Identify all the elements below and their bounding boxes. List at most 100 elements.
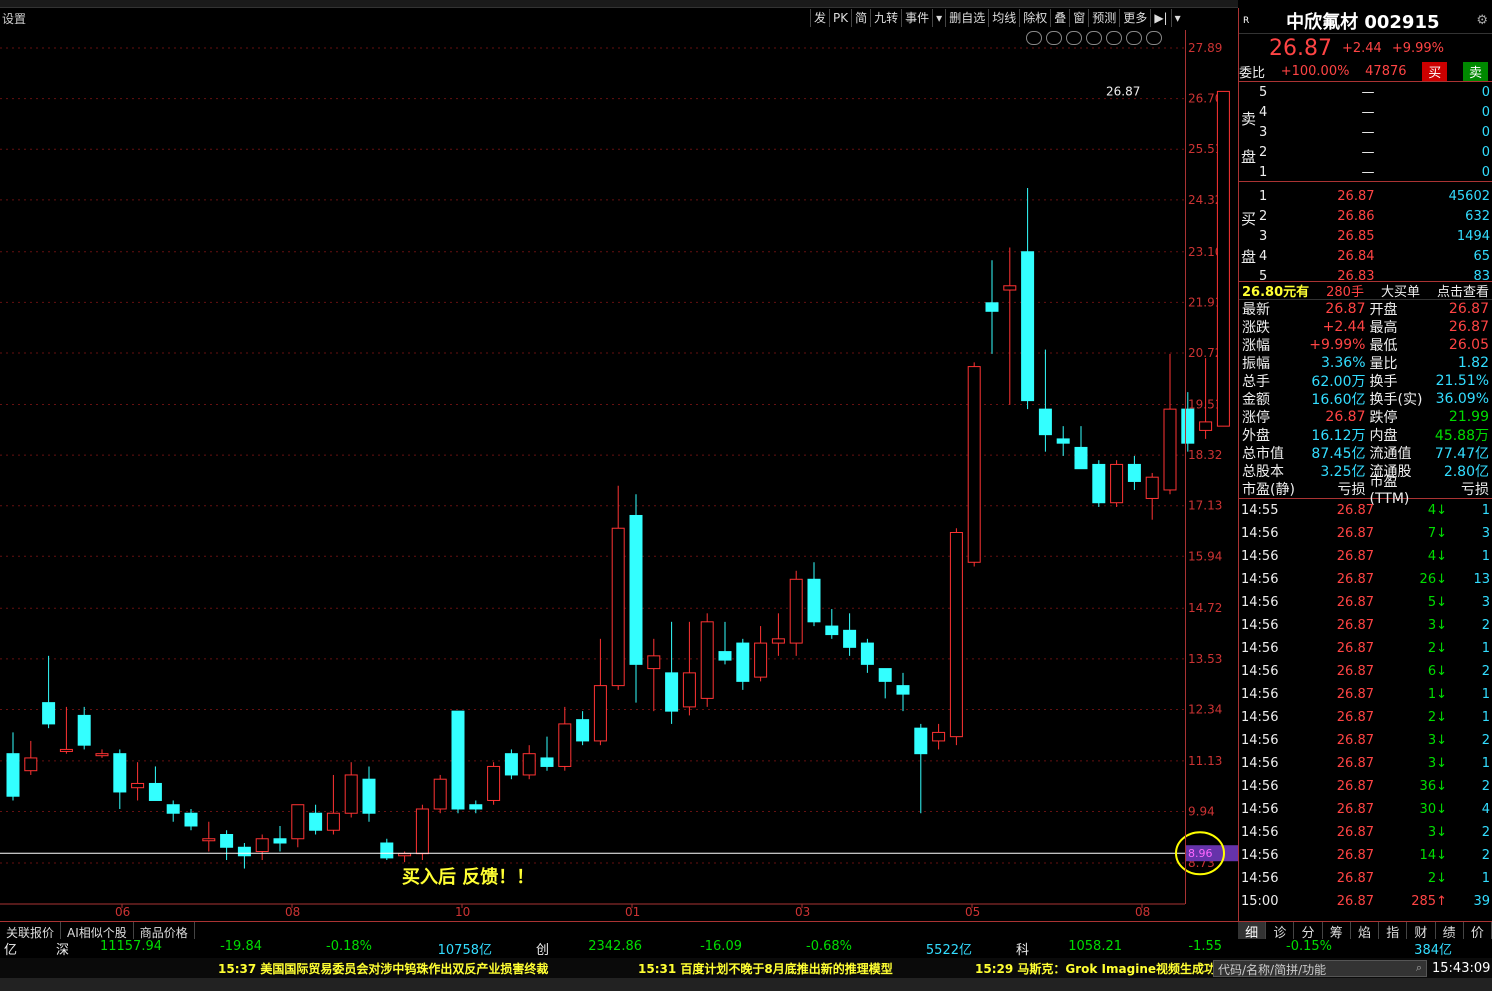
book-price: 26.84	[1337, 248, 1375, 264]
stat-value: 亏损	[1461, 482, 1489, 498]
toolbar-item[interactable]: PK	[829, 9, 851, 27]
right-tab[interactable]: 焰	[1351, 922, 1380, 941]
right-tab[interactable]: 细	[1238, 922, 1267, 941]
toolbar-item[interactable]: ▾	[932, 9, 945, 27]
candle-body	[6, 753, 20, 797]
toolbar-item[interactable]: 窗	[1069, 9, 1088, 27]
news-item[interactable]: 15:29 马斯克：Grok Imagine视频生成功	[975, 960, 1216, 977]
news-item[interactable]: 15:37 美国国际贸易委员会对涉中钨珠作出双反产业损害终裁	[218, 960, 548, 977]
toolbar-item[interactable]: 删自选	[945, 9, 988, 27]
tick-row: 14:56 26.87 30↓ 4	[1239, 798, 1492, 821]
tick-count: 2	[1481, 664, 1490, 679]
right-tab[interactable]: 指	[1379, 922, 1408, 941]
gear-icon[interactable]: ⚙	[1476, 13, 1488, 28]
tick-volume: 2↓	[1377, 871, 1447, 886]
bottom-tab[interactable]: 关联报价	[0, 922, 62, 940]
search-box[interactable]: 代码/名称/简拼/功能 ⌕	[1213, 960, 1427, 977]
book-price: 26.86	[1337, 208, 1375, 224]
tick-count: 3	[1481, 526, 1490, 541]
toolbar-item[interactable]: 九转	[870, 9, 901, 27]
tick-volume: 4↓	[1377, 549, 1447, 564]
stock-code: 002915	[1364, 11, 1440, 33]
tick-volume: 14↓	[1377, 848, 1447, 863]
book-level: 4	[1259, 104, 1268, 120]
toolbar-item[interactable]: 更多	[1119, 9, 1150, 27]
toolbar-item[interactable]: 除权	[1019, 9, 1050, 27]
y-axis-divider	[1185, 30, 1186, 904]
bottom-tab[interactable]: 商品价格	[134, 922, 195, 940]
book-price: 26.83	[1337, 268, 1375, 284]
candle-body	[736, 642, 750, 682]
tick-price: 26.87	[1336, 756, 1374, 771]
y-tick-label: 15.94	[1188, 549, 1222, 563]
tick-row: 14:56 26.87 7↓ 3	[1239, 522, 1492, 545]
buy-side-label: 买	[1241, 210, 1257, 228]
y-tick-label: 14.72	[1188, 601, 1222, 615]
candle-body	[665, 672, 679, 712]
candle-body	[789, 578, 803, 644]
index-change: -19.84	[220, 939, 262, 954]
candle-body	[326, 812, 340, 831]
tick-price: 26.87	[1336, 618, 1374, 633]
search-input[interactable]: 代码/名称/简拼/功能	[1214, 963, 1326, 977]
right-tab[interactable]: 分	[1294, 922, 1323, 941]
toolbar-item[interactable]: 简	[851, 9, 870, 27]
candle-body	[77, 714, 91, 746]
tick-price: 26.87	[1336, 779, 1374, 794]
right-tab[interactable]: 财	[1407, 922, 1436, 941]
toolbar-item[interactable]: 事件	[901, 9, 932, 27]
candle-body	[113, 753, 127, 793]
tick-volume-value: 36	[1419, 779, 1437, 794]
candle-body	[59, 748, 73, 752]
toolbar-item[interactable]: ▶|	[1150, 9, 1170, 27]
bottom-tab[interactable]: AI相似个股	[61, 922, 134, 940]
tick-time: 14:56	[1241, 595, 1279, 610]
stat-value: 26.87	[1325, 409, 1366, 425]
book-level: 4	[1259, 248, 1268, 264]
candle-body	[487, 765, 501, 801]
stat-row: 振幅 3.36% 量比 1.82	[1239, 354, 1492, 372]
x-tick-label: 10	[455, 905, 470, 919]
stat-row: 涨跌 +2.44 最高 26.87	[1239, 318, 1492, 336]
toolbar-item[interactable]: 预测	[1088, 9, 1119, 27]
candle-body	[700, 621, 714, 699]
news-item[interactable]: 15:31 百度计划不晚于8月底推出新的推理模型	[638, 960, 893, 977]
toolbar-item[interactable]: 发	[810, 9, 829, 27]
search-icon[interactable]: ⌕	[1416, 961, 1422, 975]
index-item: 亿	[0, 939, 40, 958]
book-volume: 65	[1473, 248, 1490, 264]
sell-button[interactable]: 卖	[1462, 62, 1488, 81]
candle-body	[1181, 408, 1195, 444]
toolbar-item[interactable]: 叠	[1050, 9, 1069, 27]
index-bar: 亿 深 11157.94 -19.84 -0.18% 10758亿 创 2342.86 -16.…	[0, 939, 1492, 958]
index-amount: 5522亿	[925, 943, 972, 958]
tick-volume-value: 7	[1427, 526, 1437, 541]
x-tick-label: 06	[115, 905, 130, 919]
toolbar-item[interactable]: ▾	[1170, 9, 1184, 27]
right-tab[interactable]: 绩	[1436, 922, 1464, 941]
taskbar	[0, 978, 1492, 991]
right-tab[interactable]: 筹	[1323, 922, 1351, 941]
candle-body	[469, 804, 483, 810]
tick-volume-value: 6	[1427, 664, 1437, 679]
tick-row: 14:56 26.87 2↓ 1	[1239, 867, 1492, 890]
stat-row: 外盘 16.12万 内盘 45.88万	[1239, 426, 1492, 444]
stat-row: 金额 16.60亿 换手(实) 36.09%	[1239, 390, 1492, 408]
y-tick-label: 18.32	[1188, 448, 1222, 462]
tick-time: 14:56	[1241, 871, 1279, 886]
index-name: 科	[1016, 943, 1030, 958]
toolbar-item[interactable]: 均线	[988, 9, 1019, 27]
kline-chart[interactable]: 27.8926.7025.5124.3223.1021.9120.7219.51…	[0, 30, 1238, 920]
tick-price: 26.87	[1336, 871, 1374, 886]
right-tab[interactable]: 价	[1464, 922, 1492, 941]
stat-label: 量比	[1369, 356, 1398, 372]
right-tab[interactable]: 诊	[1266, 922, 1295, 941]
tick-time: 14:56	[1241, 825, 1279, 840]
stat-value: 26.87	[1325, 301, 1366, 317]
tick-time: 14:56	[1241, 664, 1279, 679]
candle-body	[896, 685, 910, 695]
buy-button[interactable]: 买	[1422, 62, 1448, 81]
settings-label[interactable]: 设置	[2, 10, 26, 27]
tick-row: 14:56 26.87 2↓ 1	[1239, 637, 1492, 660]
arrow-down-icon: ↓	[1436, 549, 1447, 564]
